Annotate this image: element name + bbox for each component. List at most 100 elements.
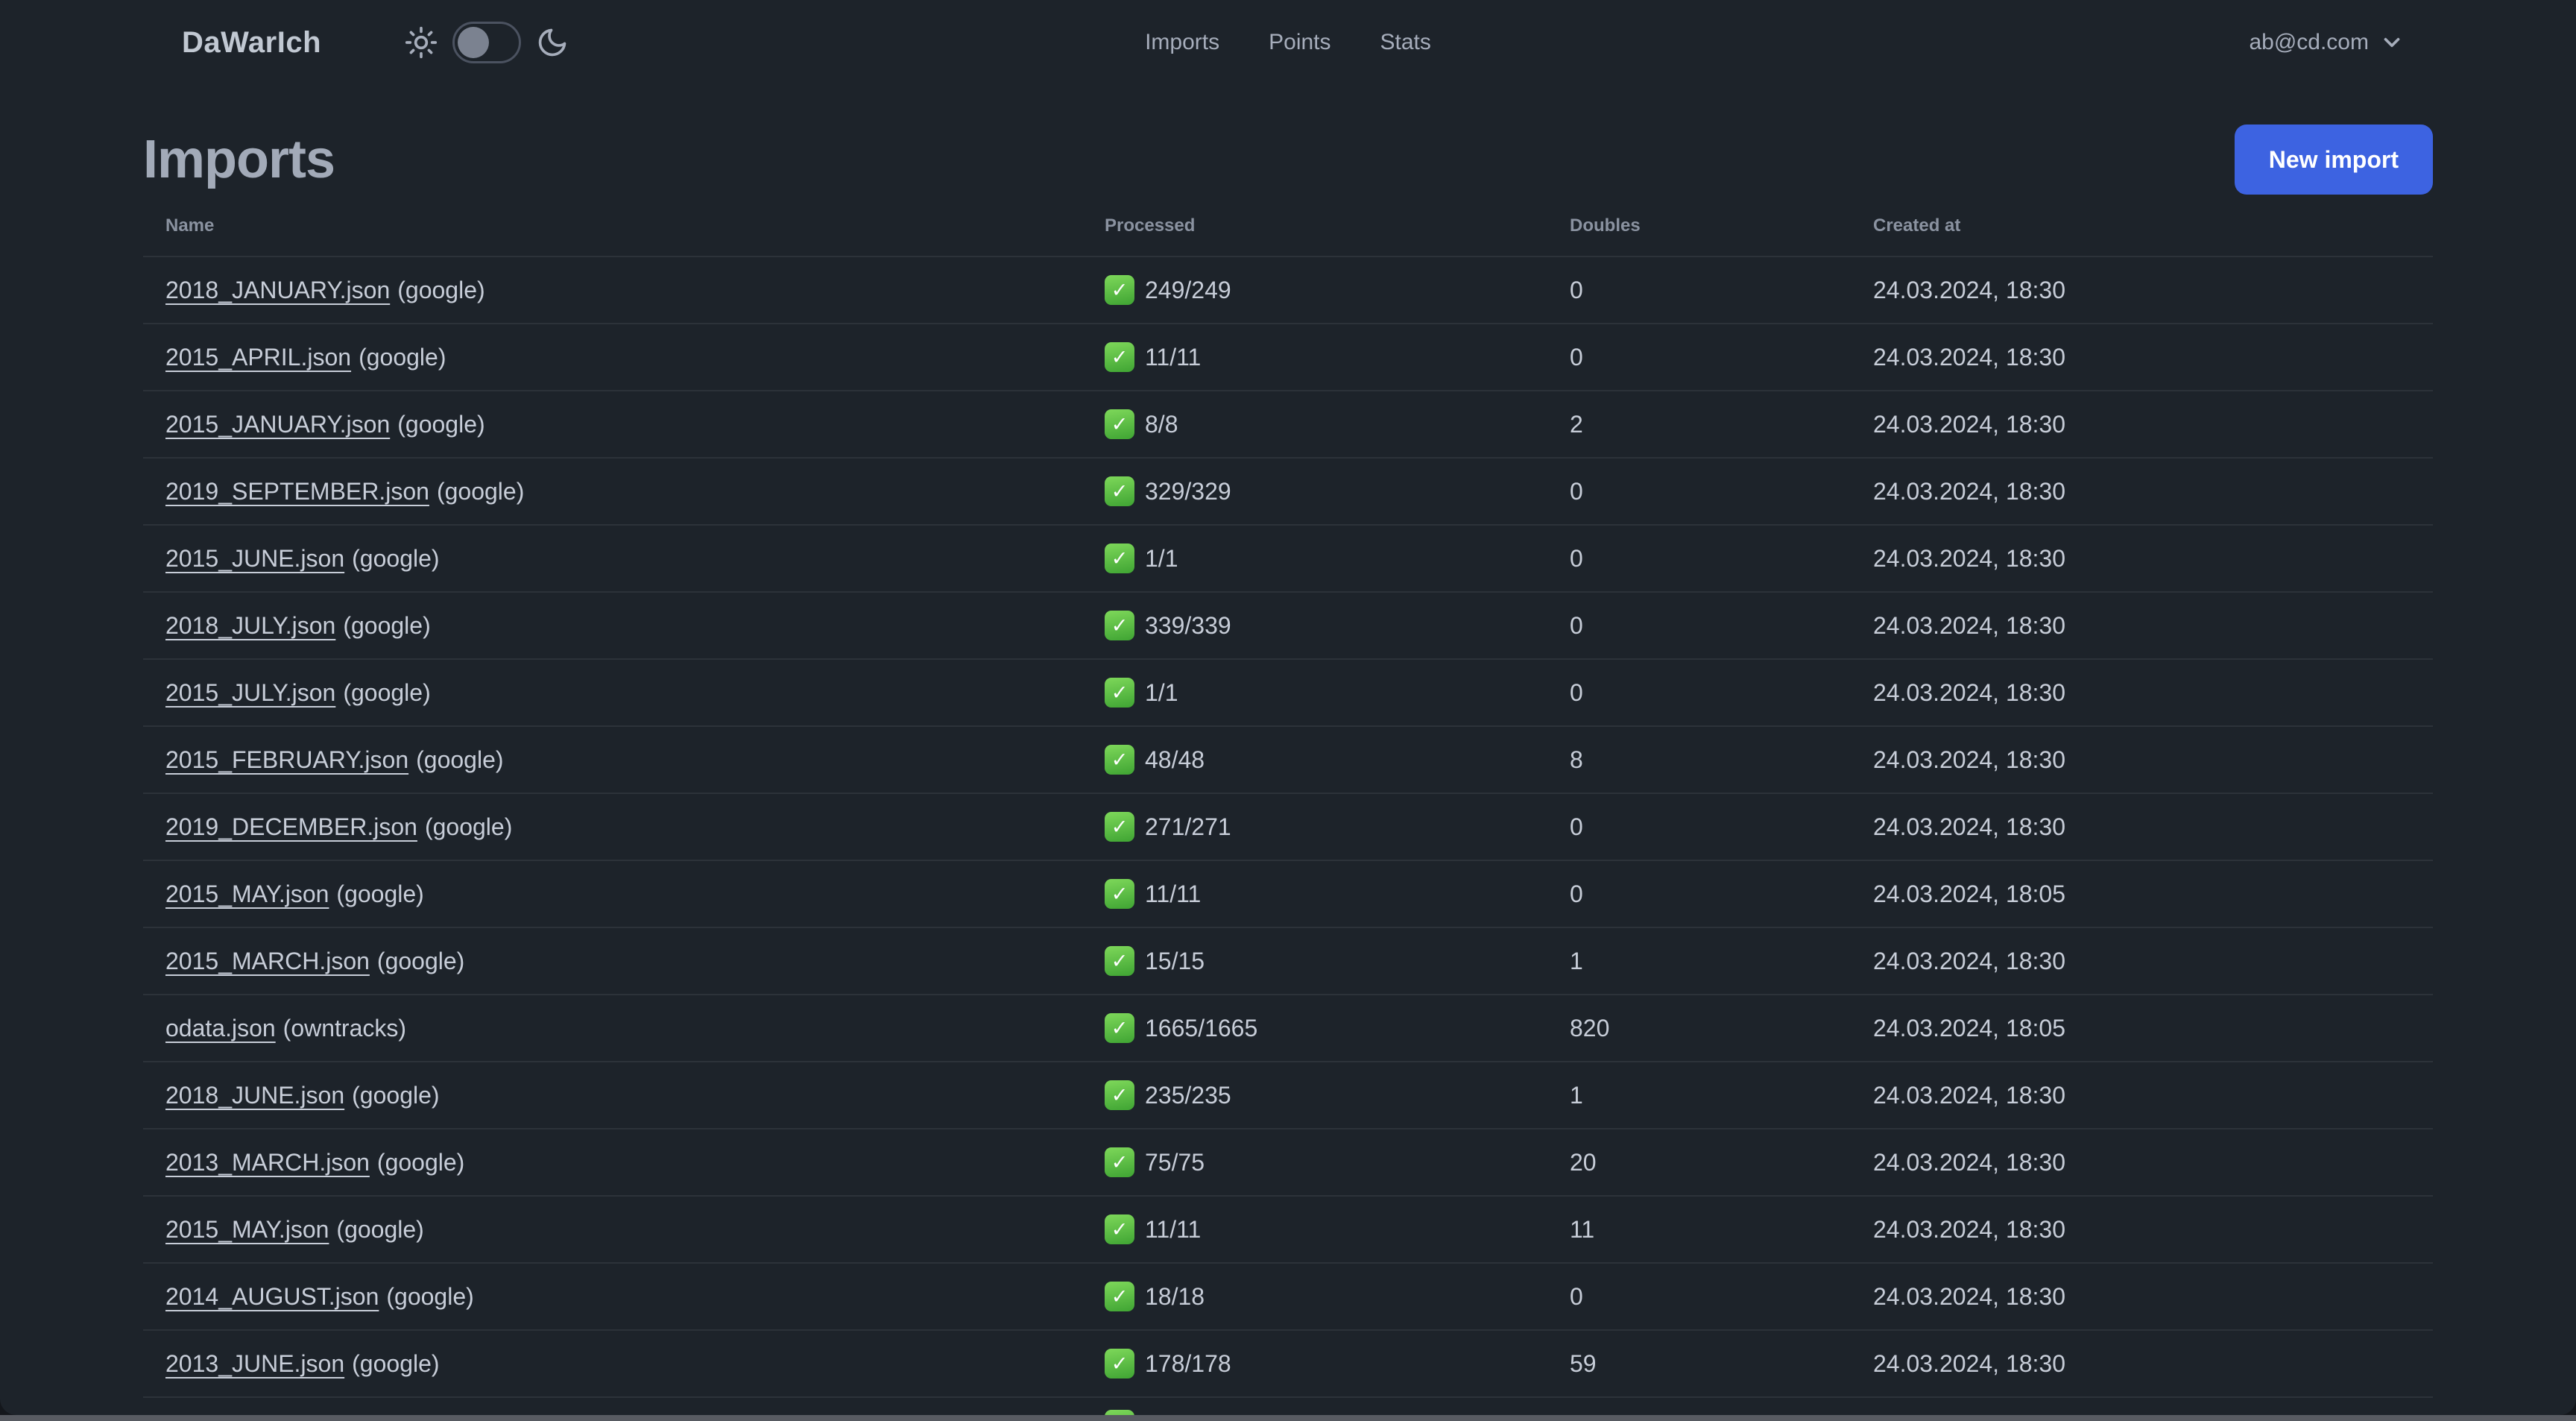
user-email: ab@cd.com — [2249, 30, 2369, 54]
import-file-link[interactable]: 2015_JANUARY.json — [165, 411, 390, 438]
name-cell — [143, 1398, 1082, 1415]
import-file-link[interactable]: 2015_MAY.json — [165, 1216, 329, 1243]
check-emoji: ✓ — [1105, 946, 1134, 976]
window-bottom-edge — [0, 1415, 2576, 1421]
import-source: (google) — [397, 410, 485, 438]
table-row: 2018_JANUARY.json (google) ✓ 249/249 0 24… — [143, 257, 2433, 324]
name-cell: 2015_MARCH.json (google) — [143, 948, 1082, 975]
check-emoji: ✓ — [1105, 275, 1134, 305]
doubles-cell: 20 — [1570, 1148, 1597, 1176]
name-cell: 2013_MARCH.json (google) — [143, 1149, 1082, 1176]
doubles-cell: 0 — [1570, 477, 1583, 505]
created-at-cell: 24.03.2024, 18:30 — [1873, 410, 2066, 438]
import-file-link[interactable]: 2015_FEBRUARY.json — [165, 746, 408, 773]
processed-cell: ✓ 15/15 — [1082, 946, 1547, 976]
import-file-link[interactable]: 2015_MAY.json — [165, 880, 329, 907]
check-glyph: ✓ — [1111, 1016, 1128, 1039]
navbar-left: DaWarIch — [182, 22, 569, 63]
processed-cell: ✓ 75/75 — [1082, 1147, 1547, 1177]
column-header-name: Name — [165, 215, 215, 236]
name-cell: 2013_JUNE.json (google) — [143, 1350, 1082, 1378]
theme-toggle[interactable] — [405, 22, 569, 63]
table-header-row: Name Processed Doubles Created at — [143, 195, 2433, 257]
import-source: (google) — [359, 343, 446, 371]
import-source: (google) — [352, 1081, 440, 1109]
doubles-cell: 0 — [1570, 1282, 1583, 1310]
processed-cell: ✓ 178/178 — [1082, 1349, 1547, 1379]
processed-cell: ✓ 235/235 — [1082, 1080, 1547, 1110]
check-emoji: ✓ — [1105, 745, 1134, 775]
new-import-button[interactable]: New import — [2234, 125, 2433, 195]
check-glyph: ✓ — [1111, 412, 1128, 435]
processed-cell: ✓ — [1082, 1398, 1547, 1415]
check-emoji: ✓ — [1105, 1349, 1134, 1379]
import-file-link[interactable]: 2018_JULY.json — [165, 612, 335, 639]
import-file-link[interactable]: 2013_JUNE.json — [165, 1350, 344, 1377]
page-header: Imports New import — [143, 124, 2433, 195]
check-emoji: ✓ — [1105, 1147, 1134, 1177]
table-row: 2013_JUNE.json (google) ✓ 178/178 59 24.0… — [143, 1331, 2433, 1398]
table-row: 2015_JULY.json (google) ✓ 1/1 0 24.03.202… — [143, 660, 2433, 727]
nav-link-stats[interactable]: Stats — [1380, 30, 1431, 55]
import-source: (google) — [376, 947, 465, 974]
nav-link-points[interactable]: Points — [1269, 30, 1330, 55]
import-file-link[interactable]: odata.json — [165, 1015, 276, 1042]
import-file-link[interactable]: 2015_JUNE.json — [165, 545, 344, 572]
table-body: 2018_JANUARY.json (google) ✓ 249/249 0 24… — [143, 257, 2433, 1415]
created-at-cell: 24.03.2024, 18:30 — [1873, 477, 2066, 505]
import-file-link[interactable]: 2018_JUNE.json — [165, 1082, 344, 1109]
doubles-cell: 1 — [1570, 947, 1583, 974]
doubles-cell: 0 — [1570, 611, 1583, 639]
processed-count: 8/8 — [1145, 410, 1178, 438]
import-file-link[interactable]: 2013_MARCH.json — [165, 1149, 370, 1176]
name-cell: 2015_JANUARY.json (google) — [143, 411, 1082, 438]
check-glyph: ✓ — [1111, 681, 1128, 704]
check-emoji: ✓ — [1105, 1282, 1134, 1311]
check-glyph: ✓ — [1111, 278, 1128, 301]
created-at-cell: 24.03.2024, 18:30 — [1873, 1081, 2066, 1109]
table-row: 2015_JANUARY.json (google) ✓ 8/8 2 24.03.… — [143, 391, 2433, 459]
created-at-cell: 24.03.2024, 18:30 — [1873, 1148, 2066, 1176]
processed-count: 235/235 — [1145, 1081, 1231, 1109]
import-file-link[interactable]: 2018_JANUARY.json — [165, 277, 390, 303]
check-glyph: ✓ — [1111, 1352, 1128, 1375]
check-emoji: ✓ — [1105, 611, 1134, 640]
processed-count: 11/11 — [1145, 343, 1202, 371]
check-glyph: ✓ — [1111, 1083, 1128, 1106]
import-file-link[interactable]: 2015_APRIL.json — [165, 344, 351, 371]
doubles-cell: 0 — [1570, 880, 1583, 907]
name-cell: 2019_DECEMBER.json (google) — [143, 813, 1082, 841]
doubles-cell: 0 — [1570, 544, 1583, 572]
check-glyph: ✓ — [1111, 748, 1128, 771]
check-emoji: ✓ — [1105, 678, 1134, 708]
processed-cell: ✓ 271/271 — [1082, 812, 1547, 842]
import-file-link[interactable]: 2019_SEPTEMBER.json — [165, 478, 429, 505]
table-row: 2019_DECEMBER.json (google) ✓ 271/271 0 2… — [143, 794, 2433, 861]
doubles-cell: 2 — [1570, 410, 1583, 438]
import-source: (google) — [343, 611, 431, 639]
doubles-cell: 8 — [1570, 746, 1583, 773]
import-file-link[interactable]: 2015_MARCH.json — [165, 948, 370, 974]
processed-count: 15/15 — [1145, 947, 1205, 974]
created-at-cell: 24.03.2024, 18:30 — [1873, 1349, 2066, 1377]
processed-cell: ✓ 11/11 — [1082, 1214, 1547, 1244]
table-row: 2015_JUNE.json (google) ✓ 1/1 0 24.03.202… — [143, 526, 2433, 593]
check-glyph: ✓ — [1111, 479, 1128, 502]
created-at-cell: 24.03.2024, 18:30 — [1873, 947, 2066, 974]
app-window: DaWarIch Imports Points Stats ab@cd.com … — [0, 0, 2576, 1415]
processed-cell: ✓ 18/18 — [1082, 1282, 1547, 1311]
nav-link-imports[interactable]: Imports — [1145, 30, 1219, 55]
import-source: (google) — [352, 544, 440, 572]
name-cell: 2014_AUGUST.json (google) — [143, 1283, 1082, 1311]
theme-toggle-switch[interactable] — [452, 22, 522, 63]
processed-cell: ✓ 329/329 — [1082, 476, 1547, 506]
check-glyph: ✓ — [1111, 882, 1128, 905]
import-file-link[interactable]: 2014_AUGUST.json — [165, 1283, 379, 1310]
processed-cell: ✓ 339/339 — [1082, 611, 1547, 640]
app-logo[interactable]: DaWarIch — [182, 26, 321, 60]
user-menu[interactable]: ab@cd.com — [2249, 30, 2405, 55]
import-file-link[interactable]: 2019_DECEMBER.json — [165, 813, 417, 840]
imports-table: Name Processed Doubles Created at 2018_J… — [143, 195, 2433, 1415]
import-file-link[interactable]: 2015_JULY.json — [165, 679, 335, 706]
processed-count: 1/1 — [1145, 544, 1178, 572]
